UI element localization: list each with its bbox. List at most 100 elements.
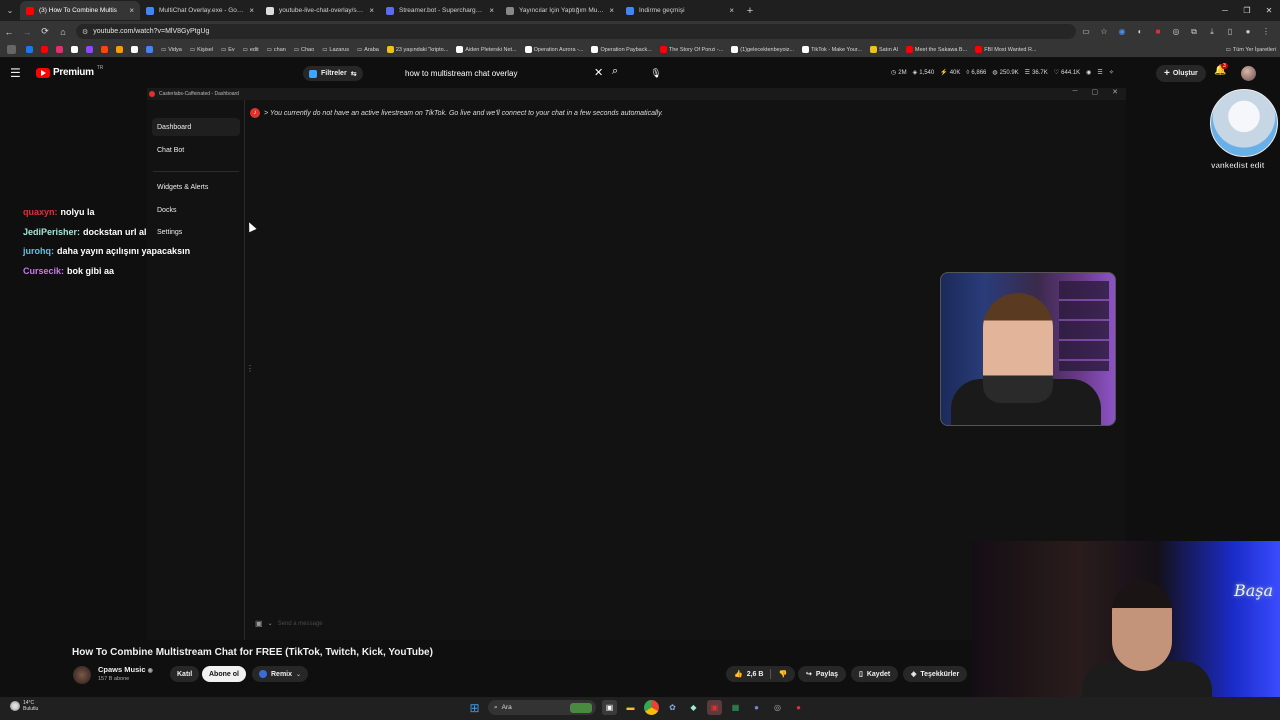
browser-tab[interactable]: Yayıncılar İçin Yaptığım MultiCh × — [500, 1, 620, 20]
extension-icon[interactable]: ☰ — [1097, 69, 1102, 76]
bookmark-item[interactable]: ▭ Araba — [354, 46, 382, 53]
install-icon[interactable]: ▭ — [1078, 24, 1094, 40]
extension-icon[interactable]: ◉ — [1086, 69, 1091, 76]
bookmark-item[interactable]: Satın Al — [867, 46, 901, 53]
close-icon[interactable]: ✕ — [1258, 0, 1280, 21]
windows-start-icon[interactable]: ⊞ — [467, 700, 482, 715]
browser-tab[interactable]: (3) How To Combine Multis × — [20, 1, 140, 20]
record-icon[interactable]: ● — [791, 700, 806, 715]
browser-tab[interactable]: Streamer.bot - Supercharge yo × — [380, 1, 500, 20]
bookmark-item[interactable] — [98, 46, 111, 53]
new-tab-button[interactable]: + — [740, 0, 760, 21]
maximize-icon[interactable]: ▢ — [1092, 88, 1099, 96]
bookmark-item[interactable] — [23, 46, 36, 53]
maximize-icon[interactable]: ❐ — [1236, 0, 1258, 21]
apps-icon[interactable] — [4, 45, 19, 54]
sidebar-icon[interactable]: ▯ — [1222, 24, 1238, 40]
bookmark-item[interactable]: Aiden Pleterski Net... — [453, 46, 519, 53]
user-avatar[interactable] — [1241, 66, 1256, 81]
all-bookmarks-folder[interactable]: ▭ Tüm Yer İşaretleri — [1223, 47, 1280, 53]
reload-icon[interactable]: ⟳ — [36, 23, 54, 41]
bookmark-item[interactable]: ▭ Lazarus — [319, 46, 352, 53]
home-icon[interactable]: ⌂ — [54, 23, 72, 41]
search-input[interactable]: how to multistream chat overlay ✕ — [397, 65, 607, 82]
channel-avatar[interactable] — [73, 666, 91, 684]
sidebar-item-dashboard[interactable]: Dashboard — [152, 118, 240, 136]
bookmark-item[interactable]: ▭ Ev — [218, 46, 238, 53]
close-tab-icon[interactable]: × — [609, 6, 614, 15]
close-tab-icon[interactable]: × — [129, 6, 134, 15]
caffeinated-taskbar-icon[interactable]: ▣ — [707, 700, 722, 715]
steam-icon[interactable]: ◆ — [686, 700, 701, 715]
sidebar-item-widgets-alerts[interactable]: Widgets & Alerts — [152, 178, 240, 196]
bookmark-item[interactable] — [143, 46, 156, 53]
send-message-input[interactable]: Send a message — [278, 621, 323, 627]
bookmark-item[interactable]: Operation Payback... — [588, 46, 654, 53]
bookmark-item[interactable]: The Story Of Ponzi -... — [657, 46, 726, 53]
minimize-icon[interactable]: ─ — [1073, 88, 1078, 96]
search-icon[interactable]: ⌕ — [612, 65, 618, 78]
minimize-icon[interactable]: ─ — [1214, 0, 1236, 21]
join-button[interactable]: Katıl — [170, 666, 200, 682]
extension-icon[interactable]: ✧ — [1109, 69, 1114, 76]
url-input[interactable]: ⚙ youtube.com/watch?v=MlV8GyPtgUg — [76, 24, 1076, 39]
back-icon[interactable]: ← — [0, 23, 18, 41]
resize-handle-icon[interactable]: ⋮ — [246, 364, 254, 373]
bookmark-item[interactable] — [38, 46, 51, 53]
bookmark-item[interactable] — [68, 46, 81, 53]
app-icon[interactable]: ✿ — [665, 700, 680, 715]
extensions-puzzle-icon[interactable]: ⧉ — [1186, 24, 1202, 40]
youtube-premium-logo[interactable]: Premium TR — [36, 65, 103, 78]
bookmark-item[interactable]: ▭ edit — [240, 46, 262, 53]
discord-icon[interactable]: ● — [749, 700, 764, 715]
extension-icon[interactable]: ■ — [1150, 24, 1166, 40]
obs-icon[interactable]: ◎ — [770, 700, 785, 715]
browser-tab[interactable]: MultiChat Overlay.exe - Google × — [140, 1, 260, 20]
bookmark-item[interactable]: 23 yaşındaki "kripto... — [384, 46, 451, 53]
filters-button[interactable]: Filtreler ⇆ — [303, 66, 363, 81]
bookmark-item[interactable]: (1)gelecektenbeyoiz... — [728, 46, 797, 53]
chevron-down-icon[interactable]: ⌄ — [268, 620, 273, 627]
close-tab-icon[interactable]: × — [249, 6, 254, 15]
chrome-icon[interactable] — [644, 700, 659, 715]
bookmark-item[interactable] — [83, 46, 96, 53]
browser-tab[interactable]: İndirme geçmişi × — [620, 1, 740, 20]
like-icon[interactable]: 👍 — [734, 670, 743, 678]
file-explorer-icon[interactable]: ▬ — [623, 700, 638, 715]
thanks-button[interactable]: ◈ Teşekkürler — [903, 666, 968, 682]
weather-widget[interactable]: 14°C Bulutlu — [10, 700, 38, 712]
save-button[interactable]: ▯ Kaydet — [851, 666, 899, 682]
download-icon[interactable]: ⤓ — [1204, 24, 1220, 40]
create-button[interactable]: + Oluştur — [1156, 65, 1206, 82]
remix-button[interactable]: Remix ⌄ — [252, 666, 309, 682]
hamburger-menu-icon[interactable]: ☰ — [10, 66, 21, 80]
bookmark-item[interactable]: TikTok - Make Your... — [799, 46, 865, 53]
extension-icon[interactable]: ◉ — [1114, 24, 1130, 40]
bookmark-item[interactable]: ▭ Kişisel — [187, 46, 216, 53]
bookmark-item[interactable]: FBI Most Wanted R... — [972, 46, 1039, 53]
bookmark-item[interactable] — [53, 46, 66, 53]
forward-icon[interactable]: → — [18, 23, 36, 41]
bookmark-item[interactable]: Operation Aurora -... — [522, 46, 587, 53]
bookmark-item[interactable] — [128, 46, 141, 53]
extension-icon[interactable]: ◎ — [1168, 24, 1184, 40]
taskbar-search[interactable]: ⌕ Ara — [488, 700, 596, 715]
task-view-icon[interactable]: ▣ — [602, 700, 617, 715]
profile-icon[interactable]: ● — [1240, 24, 1256, 40]
dislike-icon[interactable]: 👎 — [778, 670, 787, 678]
subscribe-button[interactable]: Abone ol — [202, 666, 246, 682]
like-count[interactable]: 2,6 B — [747, 671, 764, 678]
close-tab-icon[interactable]: × — [729, 6, 734, 15]
channel-name[interactable]: Cpaws Music ◉ — [98, 665, 153, 674]
microphone-icon[interactable]: 🎙 — [648, 65, 664, 81]
browser-tab[interactable]: youtube-live-chat-overlay/style × — [260, 1, 380, 20]
extension-icon[interactable]: ◐ — [1132, 24, 1148, 40]
close-tab-icon[interactable]: × — [369, 6, 374, 15]
share-button[interactable]: ↪ Paylaş — [798, 666, 847, 682]
bookmark-item[interactable]: ▭ Vidya — [158, 46, 185, 53]
bookmark-item[interactable] — [113, 46, 126, 53]
bookmark-star-icon[interactable]: ☆ — [1096, 24, 1112, 40]
bookmark-item[interactable]: Meet the Sakawa B... — [903, 46, 970, 53]
close-tab-icon[interactable]: × — [489, 6, 494, 15]
site-info-icon[interactable]: ⚙ — [82, 28, 88, 36]
